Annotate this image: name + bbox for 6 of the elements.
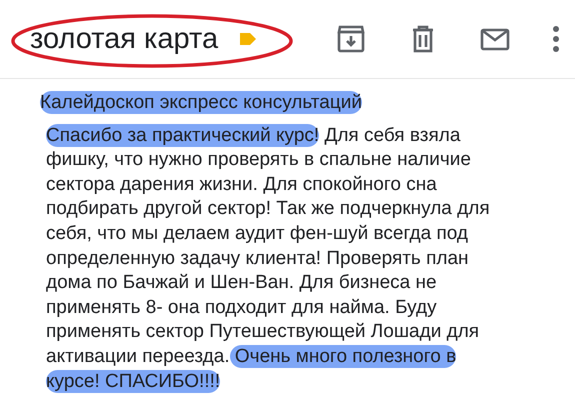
archive-icon[interactable] — [335, 23, 367, 55]
message-body: Спасибо за практический курс! Для себя взяла фишку, что нужно проверять в спальне наличие сектора дарения жизни. Для спокойного сна подбирать другой сектор! Так же подчеркнула для себя, что мы делаем аудит фен-шуй всегда под определенную задачу клиента! Проверять план дома по Бачжай и Шен-Ван. Для бизнеса не применять 8- она подходит для найма. Буду применять сектор Путешествующей Лошади для активации переезда. Очень много полезного в курсе! СПАСИБО!!!! — [46, 124, 491, 394]
email-subject: Калейдоскоп экспресс консультаций — [40, 91, 362, 114]
label-title: золотая карта — [30, 22, 218, 56]
more-icon[interactable] — [551, 23, 561, 55]
label-tag-icon — [240, 31, 256, 47]
